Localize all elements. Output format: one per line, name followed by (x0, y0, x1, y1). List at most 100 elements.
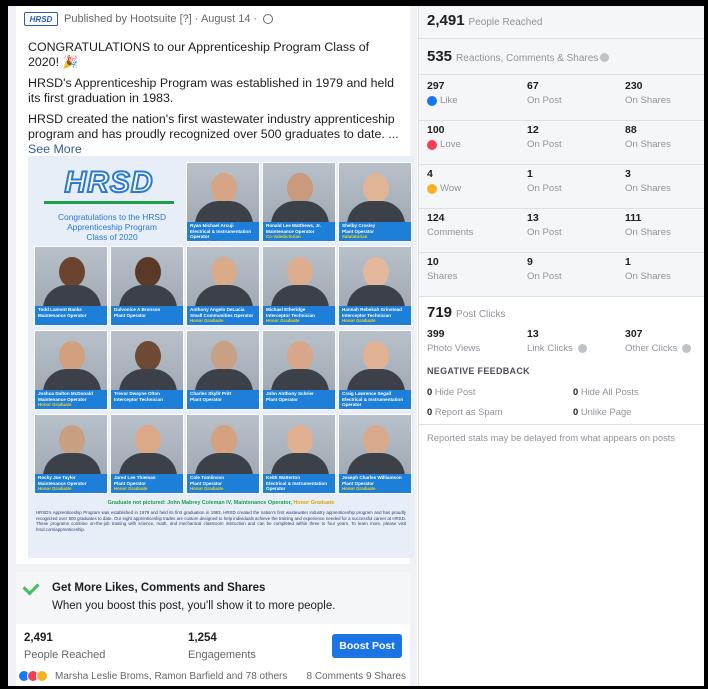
stats-total: 100 Love (427, 124, 461, 150)
stats-on-shares-value: 111 (625, 212, 642, 224)
graduate-photo: Cole Tomlinson Plant Operator Honor Gradua… (186, 414, 260, 494)
link-clicks-label-text: Link Clicks (527, 343, 573, 354)
stats-total: 10 Shares (427, 256, 457, 282)
boost-title: Get More Likes, Comments and Shares (52, 582, 266, 594)
other-clicks: 307 Other Clicks (625, 328, 692, 354)
stats-row: 10 Shares 9 On Post 1 On Shares (427, 256, 697, 300)
graduate-role: Plant Operator (114, 312, 146, 318)
reaction-icons[interactable] (18, 670, 48, 682)
congrats-line-3: Class of 2020 (86, 232, 138, 242)
post-image[interactable]: HRSD Congratulations to the HRSD Apprent… (28, 156, 414, 558)
info-icon[interactable] (600, 52, 610, 62)
graduate-honor: Honor Graduate (38, 402, 72, 408)
stats-on-post-value: 9 (527, 256, 533, 268)
graduate-honor: Co-Valedictorian (266, 234, 301, 240)
hrsd-logo-text: HRSD (63, 165, 154, 200)
see-more-link[interactable]: See More (28, 142, 82, 156)
boost-post-button[interactable]: Boost Post (332, 634, 402, 658)
stats-on-post-label: On Post (527, 95, 562, 106)
stats-total-label: Wow (427, 183, 461, 194)
stats-on-shares-value: 230 (625, 80, 643, 92)
post-clicks-value: 719 (427, 304, 453, 321)
stats-total-label-text: Shares (427, 271, 458, 282)
shares-count[interactable]: 9 Shares (366, 671, 406, 682)
graduate-photo: Hannah Rebekah Grinstead Interceptor Tech… (338, 246, 412, 326)
stats-on-post-value: 12 (527, 124, 539, 136)
stats-row: 4 Wow 1 On Post 3 On Shares (427, 168, 697, 212)
stats-total: 4 Wow (427, 168, 461, 194)
graduate-head (211, 425, 237, 455)
stats-on-shares-value: 3 (625, 168, 631, 180)
graduate-head (363, 257, 389, 287)
spam-label: Report as Spam (434, 406, 503, 417)
wow-reaction-icon (36, 670, 48, 682)
graduate-honor: Honor Graduate (342, 318, 376, 324)
photo-views-label: Photo Views (427, 343, 481, 354)
photo-views: 399 Photo Views (427, 328, 480, 354)
graduate-head (135, 341, 161, 371)
graduate-photo: Ryan Michael Arcuji Electrical & Instrume… (186, 162, 260, 242)
graduate-role: Plant Operator (266, 396, 298, 402)
link-clicks-label: Link Clicks (527, 343, 587, 354)
graduate-honor: Honor Graduate (38, 486, 72, 492)
other-clicks-label: Other Clicks (625, 343, 692, 354)
reactions-value: 535 (427, 48, 453, 65)
post-text: CONGRATULATIONS to our Apprenticeship Pr… (28, 40, 400, 157)
congrats-line-1: Congratulations to the HRSD (58, 212, 166, 222)
graduate-honor: Co-Valedictorian (190, 240, 256, 241)
boost-engagements: 1,254 Engagements (188, 632, 256, 661)
stats-total-value: 297 (427, 80, 445, 92)
info-icon[interactable] (577, 344, 587, 353)
graduate-photo: Joshua Dalton McDonald Maintenance Operat… (34, 330, 108, 410)
graduate-honor: Honor Graduate (190, 318, 224, 324)
stats-on-shares: 230 On Shares (625, 80, 671, 106)
page-logo[interactable]: HRSD (24, 12, 58, 26)
graduate-caption: Trevor Dwayne Olton Interceptor Technicia… (111, 390, 183, 409)
stats-on-post-label: On Post (527, 183, 562, 194)
report-spam-stat: 0 Report as Spam (427, 406, 503, 417)
stats-total-value: 10 (427, 256, 439, 268)
not-pictured-text: Graduate not pictured: John Mabrey Colem… (107, 500, 292, 506)
stats-total-value: 4 (427, 168, 433, 180)
graduate-photo: Keith Watterton Electrical & Instrumentat… (262, 414, 336, 494)
graduate-caption: Craig Lawrence Segall Electrical & Instru… (339, 390, 411, 409)
graduate-role: Electrical & Instrumentation Operator (190, 228, 252, 240)
comments-count[interactable]: 8 Comments (307, 671, 364, 682)
reactions-summary: Marsha Leslie Broms, Ramon Barfield and … (16, 666, 410, 686)
graduate-head (59, 425, 85, 455)
boost-subtitle: When you boost this post, you'll show it… (52, 600, 336, 612)
love-icon (427, 139, 437, 150)
unlike-value: 0 (573, 406, 579, 417)
graduate-caption: Hannah Rebekah Grinstead Interceptor Tech… (339, 306, 411, 325)
people-reached-label: People Reached (468, 17, 543, 28)
graduate-caption: Rocky Joe Taylor Maintenance Operator Hono… (35, 474, 107, 493)
congrats-line-2: Apprenticeship Program (67, 222, 157, 232)
reactor-names[interactable]: Marsha Leslie Broms, Ramon Barfield and … (55, 671, 287, 682)
stats-total-label: Love (427, 139, 461, 150)
graduate-role: Interceptor Technician (114, 396, 163, 402)
stats-total-label-text: Love (440, 139, 461, 150)
screenshot-frame: HRSD Published by Hootsuite [?] · August… (8, 6, 704, 686)
negative-feedback-title: NEGATIVE FEEDBACK (427, 366, 530, 376)
graduate-honor: Honor Graduate (114, 486, 148, 492)
hide-post-value: 0 (427, 386, 433, 397)
post-header: HRSD Published by Hootsuite [?] · August… (24, 10, 274, 28)
stats-on-post: 67 On Post (527, 80, 562, 106)
stats-total-label: Like (427, 95, 458, 106)
post-stats-panel: 2,491 People Reached 535 Reactions, Commen… (418, 6, 704, 686)
stats-on-shares-label: On Shares (625, 139, 671, 150)
divider (419, 296, 704, 297)
graduate-head (59, 341, 85, 371)
unlike-label: Unlike Page (580, 406, 632, 417)
boost-promo: Get More Likes, Comments and Shares When… (16, 572, 410, 624)
graduate-photo: Joseph Charles Williamson Plant Operator H… (338, 414, 412, 494)
stats-on-shares: 111 On Shares (625, 212, 671, 238)
post-text-line-3: HRSD created the nation's first wastewat… (28, 112, 399, 141)
stats-on-shares-label: On Shares (625, 95, 671, 106)
stats-total-label-text: Like (440, 95, 458, 106)
graduate-caption: Jared Lee Thieman Plant Operator Honor Gra… (111, 474, 183, 493)
link-clicks-value: 13 (527, 328, 539, 340)
info-icon[interactable] (682, 344, 692, 353)
divider (419, 208, 704, 209)
program-paragraph: HRSD's Apprenticeship Program was establ… (36, 510, 406, 532)
